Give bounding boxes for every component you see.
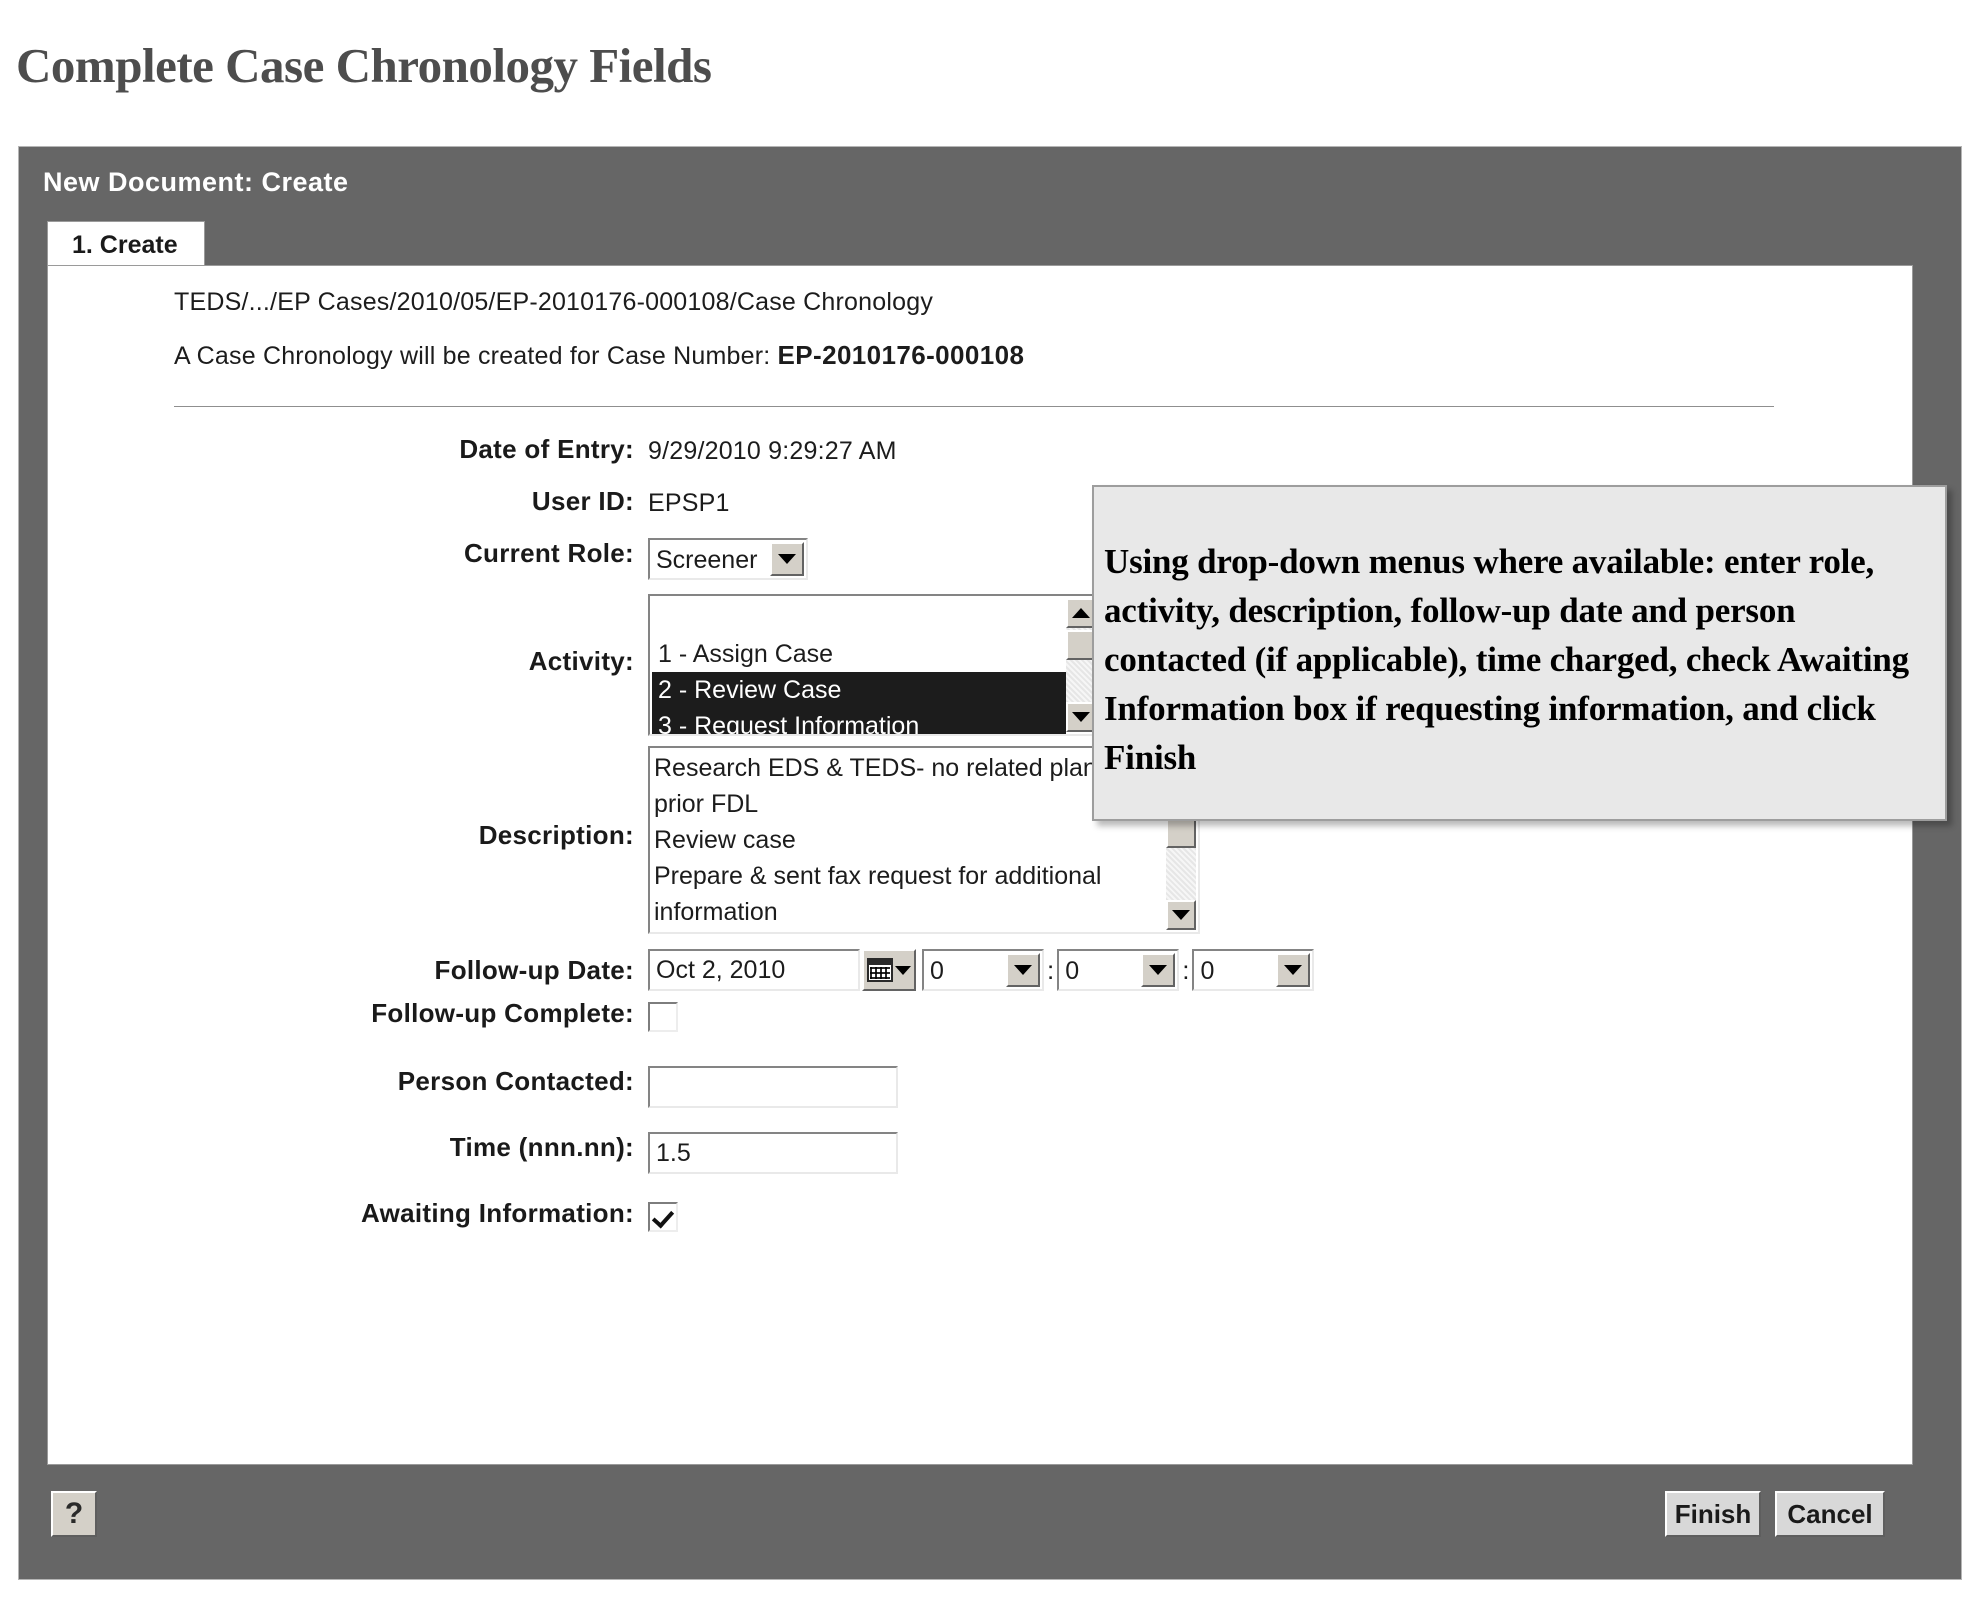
page-title: Complete Case Chronology Fields: [16, 37, 712, 93]
instruction-callout-text: Using drop-down menus where available: e…: [1104, 542, 1909, 777]
arrow-down-glyph: [1072, 712, 1090, 722]
awaiting-information-checkbox[interactable]: [648, 1202, 678, 1232]
current-role-select[interactable]: Screener: [648, 538, 808, 580]
divider: [174, 406, 1774, 407]
person-contacted-label: Person Contacted:: [397, 1066, 634, 1096]
user-id-value: EPSP1: [648, 489, 730, 517]
followup-seconds-select[interactable]: 0: [1192, 949, 1315, 991]
arrow-down-glyph: [1149, 965, 1168, 975]
chevron-down-icon[interactable]: [1006, 953, 1040, 987]
followup-hours-value: 0: [930, 957, 944, 985]
current-role-label: Current Role:: [463, 538, 634, 568]
help-icon[interactable]: ?: [51, 1491, 97, 1537]
calendar-picker-icon[interactable]: [862, 949, 916, 991]
date-of-entry-value: 9/29/2010 9:29:27 AM: [648, 437, 897, 465]
row-time-charged: Time (nnn.nn): 1.5: [48, 1132, 1912, 1198]
followup-date-label: Follow-up Date:: [434, 954, 634, 985]
time-separator-2: :: [1182, 955, 1190, 985]
activity-label: Activity:: [528, 646, 634, 676]
date-of-entry-label: Date of Entry:: [459, 434, 634, 464]
time-charged-label: Time (nnn.nn):: [449, 1132, 634, 1162]
followup-complete-label: Follow-up Complete:: [371, 998, 634, 1028]
awaiting-information-label: Awaiting Information:: [360, 1198, 634, 1228]
case-number-value: EP-2010176-000108: [777, 340, 1025, 370]
chevron-down-icon[interactable]: [1276, 953, 1311, 987]
application-window: New Document: Create 1. Create TEDS/.../…: [18, 146, 1962, 1580]
row-person-contacted: Person Contacted:: [48, 1066, 1912, 1132]
followup-date-input[interactable]: Oct 2, 2010: [648, 949, 860, 991]
followup-minutes-select[interactable]: 0: [1057, 949, 1180, 991]
content-panel: TEDS/.../EP Cases/2010/05/EP-2010176-000…: [47, 265, 1913, 1465]
user-id-label: User ID:: [531, 486, 634, 516]
arrow-up-glyph: [1072, 608, 1090, 618]
tab-strip: 1. Create: [47, 221, 205, 266]
breadcrumb: TEDS/.../EP Cases/2010/05/EP-2010176-000…: [174, 288, 934, 316]
activity-option-blank[interactable]: [652, 598, 1066, 636]
window-footer: ? Finish Cancel: [19, 1465, 1961, 1579]
cancel-button[interactable]: Cancel: [1775, 1491, 1885, 1537]
row-followup-complete: Follow-up Complete:: [48, 998, 1912, 1066]
arrow-down-glyph: [778, 554, 796, 564]
activity-option-2[interactable]: 2 - Review Case: [652, 672, 1066, 708]
followup-complete-checkbox[interactable]: [648, 1002, 678, 1032]
arrow-down-glyph: [1172, 910, 1190, 920]
activity-option-3[interactable]: 3 - Request Information: [652, 708, 1066, 734]
arrow-down-glyph: [895, 965, 911, 975]
activity-listbox[interactable]: 1 - Assign Case 2 - Review Case 3 - Requ…: [648, 594, 1100, 736]
case-number-prefix: A Case Chronology will be created for Ca…: [174, 342, 771, 370]
finish-button[interactable]: Finish: [1665, 1491, 1761, 1537]
chevron-down-icon[interactable]: [1141, 953, 1176, 987]
followup-hours-select[interactable]: 0: [922, 949, 1044, 991]
followup-seconds-value: 0: [1200, 957, 1215, 985]
activity-option-1[interactable]: 1 - Assign Case: [652, 636, 1066, 672]
row-awaiting-information: Awaiting Information:: [48, 1198, 1912, 1258]
row-date-of-entry: Date of Entry: 9/29/2010 9:29:27 AM: [48, 434, 1912, 486]
arrow-down-glyph: [1284, 965, 1303, 975]
calendar-glyph: [867, 958, 893, 982]
window-title: New Document: Create: [43, 167, 349, 197]
activity-option-list: 1 - Assign Case 2 - Review Case 3 - Requ…: [652, 598, 1066, 734]
case-number-line: A Case Chronology will be created for Ca…: [174, 340, 1024, 371]
description-label: Description:: [478, 820, 634, 850]
scroll-down-icon[interactable]: [1166, 900, 1196, 930]
time-separator-1: :: [1047, 955, 1055, 985]
instruction-callout: Using drop-down menus where available: e…: [1092, 485, 1947, 821]
row-followup-date: Follow-up Date: Oct 2, 2010 0 : 0: 0: [48, 942, 1912, 998]
time-charged-input[interactable]: 1.5: [648, 1132, 898, 1174]
description-value: Research EDS & TEDS- no related plans, n…: [654, 754, 1151, 926]
tab-create[interactable]: 1. Create: [47, 221, 205, 266]
current-role-value: Screener: [656, 546, 758, 574]
arrow-down-glyph: [1014, 965, 1032, 975]
followup-minutes-value: 0: [1065, 957, 1080, 985]
chevron-down-icon[interactable]: [770, 542, 804, 576]
person-contacted-input[interactable]: [648, 1066, 898, 1108]
